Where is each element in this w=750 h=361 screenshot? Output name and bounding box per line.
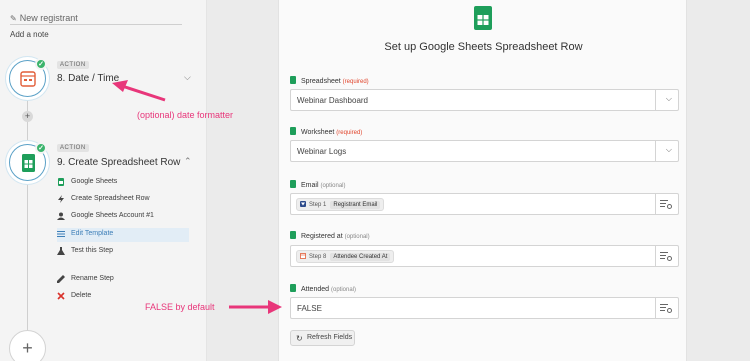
annotation-date-formatter: (optional) date formatter: [137, 110, 234, 120]
arrow-date-formatter: [121, 84, 166, 102]
annotation-arrows: [112, 80, 282, 314]
annotation-false-default: FALSE by default: [145, 302, 215, 312]
